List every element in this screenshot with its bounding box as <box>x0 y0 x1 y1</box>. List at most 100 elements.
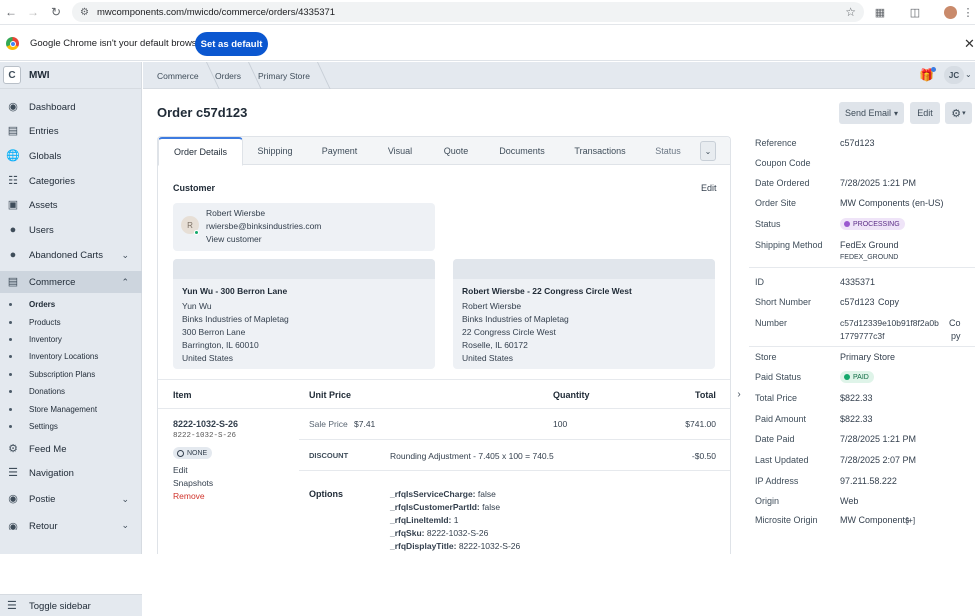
sidebar-item-retour[interactable]: ◉ Retour ⌄ <box>0 514 142 530</box>
sidebar-item-label: Feed Me <box>29 443 67 455</box>
back-icon[interactable]: ← <box>0 1 22 23</box>
bullet-icon <box>9 321 12 324</box>
line-total-value: $741.00 <box>685 419 716 429</box>
status-circle-icon <box>177 449 184 457</box>
sidebar-item-dashboard[interactable]: ◉ Dashboard <box>0 96 142 118</box>
tab-order-details[interactable]: Order Details <box>158 137 243 166</box>
line-item-remove-link[interactable]: Remove <box>173 491 205 501</box>
sidebar-subitem-store-management[interactable]: Store Management <box>0 401 142 418</box>
bookmark-star-icon[interactable]: ☆ <box>845 5 856 19</box>
address-title: Robert Wiersbe - 22 Congress Circle West <box>462 286 632 296</box>
user-avatar[interactable]: JC <box>944 66 964 84</box>
chevron-down-icon[interactable]: ⌄ <box>121 520 129 530</box>
collapse-details-button[interactable]: › <box>733 382 745 406</box>
site-info-icon[interactable]: ⚙ <box>80 7 89 18</box>
line-item-sku-link[interactable]: 8222-1032-S-26 <box>173 419 238 429</box>
sidebar-item-assets[interactable]: ▣ Assets <box>0 194 142 216</box>
sidebar: C MWI ◉ Dashboard ▤ Entries 🌐 Globals ☷ Cate… <box>0 62 142 616</box>
sidebar-item-globals[interactable]: 🌐 Globals <box>0 145 142 167</box>
option-row: _rfqDisplayTitle: 8222-1032-S-26 <box>390 541 520 551</box>
sidebar-subitem-donations[interactable]: Donations <box>0 383 142 400</box>
extensions-icon[interactable]: ▦ <box>870 3 890 22</box>
microsite-origin-link[interactable]: MW Components <box>840 515 910 525</box>
copy-short-number-link[interactable]: Copy <box>878 297 899 307</box>
reload-icon[interactable]: ↻ <box>45 1 67 23</box>
toggle-sidebar-button[interactable]: ☰ Toggle sidebar <box>0 594 142 616</box>
send-email-button[interactable]: Send Email ▾ <box>839 102 904 124</box>
users-icon: ● <box>9 249 17 261</box>
sidebar-subitem-orders[interactable]: Orders <box>0 296 142 313</box>
sidebar-item-label: Postie <box>29 493 56 505</box>
tab-status[interactable]: Status <box>640 137 696 165</box>
tab-payment[interactable]: Payment <box>307 137 372 165</box>
forward-icon[interactable]: → <box>22 1 44 23</box>
breadcrumb-primary-store[interactable]: Primary Store <box>258 71 310 81</box>
address-bar[interactable]: ⚙ mwcomponents.com/mwicdo/commerce/order… <box>72 2 864 22</box>
site-switcher[interactable]: C <box>3 66 21 84</box>
customer-name: Robert Wiersbe <box>206 208 266 218</box>
retour-icon: ◉ <box>8 521 18 530</box>
edit-button[interactable]: Edit <box>910 102 940 124</box>
main-content: Commerce Orders Primary Store 🎁 JC ⌄ Ord… <box>143 62 975 554</box>
total-column-header: Total <box>695 390 716 400</box>
status-badge: NONE <box>173 447 213 459</box>
sidebar-item-categories[interactable]: ☷ Categories <box>0 170 142 192</box>
chevron-up-icon[interactable]: ⌃ <box>121 277 129 288</box>
sidebar-item-commerce[interactable]: ▤ Commerce ⌃ <box>0 271 142 293</box>
sidebar-item-label: Assets <box>29 199 58 211</box>
toggle-sidebar-label: Toggle sidebar <box>29 601 91 612</box>
option-value: 8222-1032-S-26 <box>426 528 489 538</box>
sidebar-subitem-inventory-locations[interactable]: Inventory Locations <box>0 348 142 365</box>
sidebar-item-label: Globals <box>29 150 62 162</box>
tab-transactions[interactable]: Transactions <box>560 137 640 165</box>
profile-avatar-icon[interactable] <box>940 3 960 22</box>
chevron-down-icon[interactable]: ⌄ <box>121 250 129 261</box>
microsite-expand-link[interactable]: [+] <box>906 516 915 525</box>
settings-button[interactable]: ⚙ ▾ <box>945 102 972 124</box>
quantity-value: 100 <box>553 419 568 429</box>
sidebar-subitem-settings[interactable]: Settings <box>0 418 142 435</box>
view-customer-link[interactable]: View customer <box>206 234 262 244</box>
address-line: Robert Wiersbe <box>462 301 522 311</box>
tab-visual[interactable]: Visual <box>372 137 428 165</box>
browser-toolbar: ← → ↻ ⚙ mwcomponents.com/mwicdo/commerce… <box>0 0 975 25</box>
breadcrumb-orders[interactable]: Orders <box>215 71 241 81</box>
postie-icon: ◉ <box>8 493 18 505</box>
line-item-snapshots-link[interactable]: Snapshots <box>173 478 213 488</box>
address-line: Yun Wu <box>182 301 212 311</box>
chevron-down-icon[interactable]: ⌄ <box>121 494 129 505</box>
sidebar-subitem-products[interactable]: Products <box>0 314 142 331</box>
set-default-button[interactable]: Set as default <box>195 32 268 56</box>
tab-quote[interactable]: Quote <box>428 137 484 165</box>
menu-kebab-icon[interactable]: ⋮ <box>958 3 975 22</box>
copy-number-link[interactable]: Co <box>949 318 961 328</box>
breadcrumb-commerce[interactable]: Commerce <box>157 71 199 81</box>
sidebar-item-users[interactable]: ● Users <box>0 219 142 241</box>
chevron-down-icon[interactable]: ⌄ <box>965 70 972 79</box>
tab-documents[interactable]: Documents <box>484 137 560 165</box>
option-value: 1 <box>453 515 459 525</box>
line-item-sku-sub: 8222-1032-S-26 <box>173 432 237 440</box>
sidebar-item-postie[interactable]: ◉ Postie ⌄ <box>0 488 142 510</box>
subitem-label: Orders <box>29 300 56 309</box>
tab-overflow-button[interactable]: ⌄ <box>700 141 716 161</box>
sidebar-subitem-inventory[interactable]: Inventory <box>0 331 142 348</box>
line-item-edit-link[interactable]: Edit <box>173 465 188 475</box>
sidebar-subitem-subscription-plans[interactable]: Subscription Plans <box>0 366 142 383</box>
gear-icon: ⚙ <box>951 107 962 120</box>
meta-label: Date Paid <box>755 434 795 444</box>
sidebar-item-navigation[interactable]: ☰ Navigation <box>0 462 142 484</box>
tab-search-icon[interactable]: ◫ <box>905 3 925 22</box>
sidebar-item-feed-me[interactable]: ⚙ Feed Me <box>0 438 142 460</box>
number-value-line1: c57d12339e10b91f8f2a0b <box>840 318 939 328</box>
tab-shipping[interactable]: Shipping <box>243 137 307 165</box>
subitem-label: Store Management <box>29 405 98 414</box>
sidebar-item-abandoned-carts[interactable]: ● Abandoned Carts ⌄ <box>0 244 142 266</box>
hamburger-icon: ☰ <box>7 600 17 612</box>
copy-number-link-cont[interactable]: py <box>951 331 961 341</box>
address-line: 300 Berron Lane <box>182 327 246 337</box>
close-icon[interactable]: ✕ <box>964 36 975 52</box>
option-key: _rfqIsServiceCharge: <box>390 489 476 499</box>
customer-edit-link[interactable]: Edit <box>701 183 717 193</box>
sidebar-item-entries[interactable]: ▤ Entries <box>0 120 142 142</box>
